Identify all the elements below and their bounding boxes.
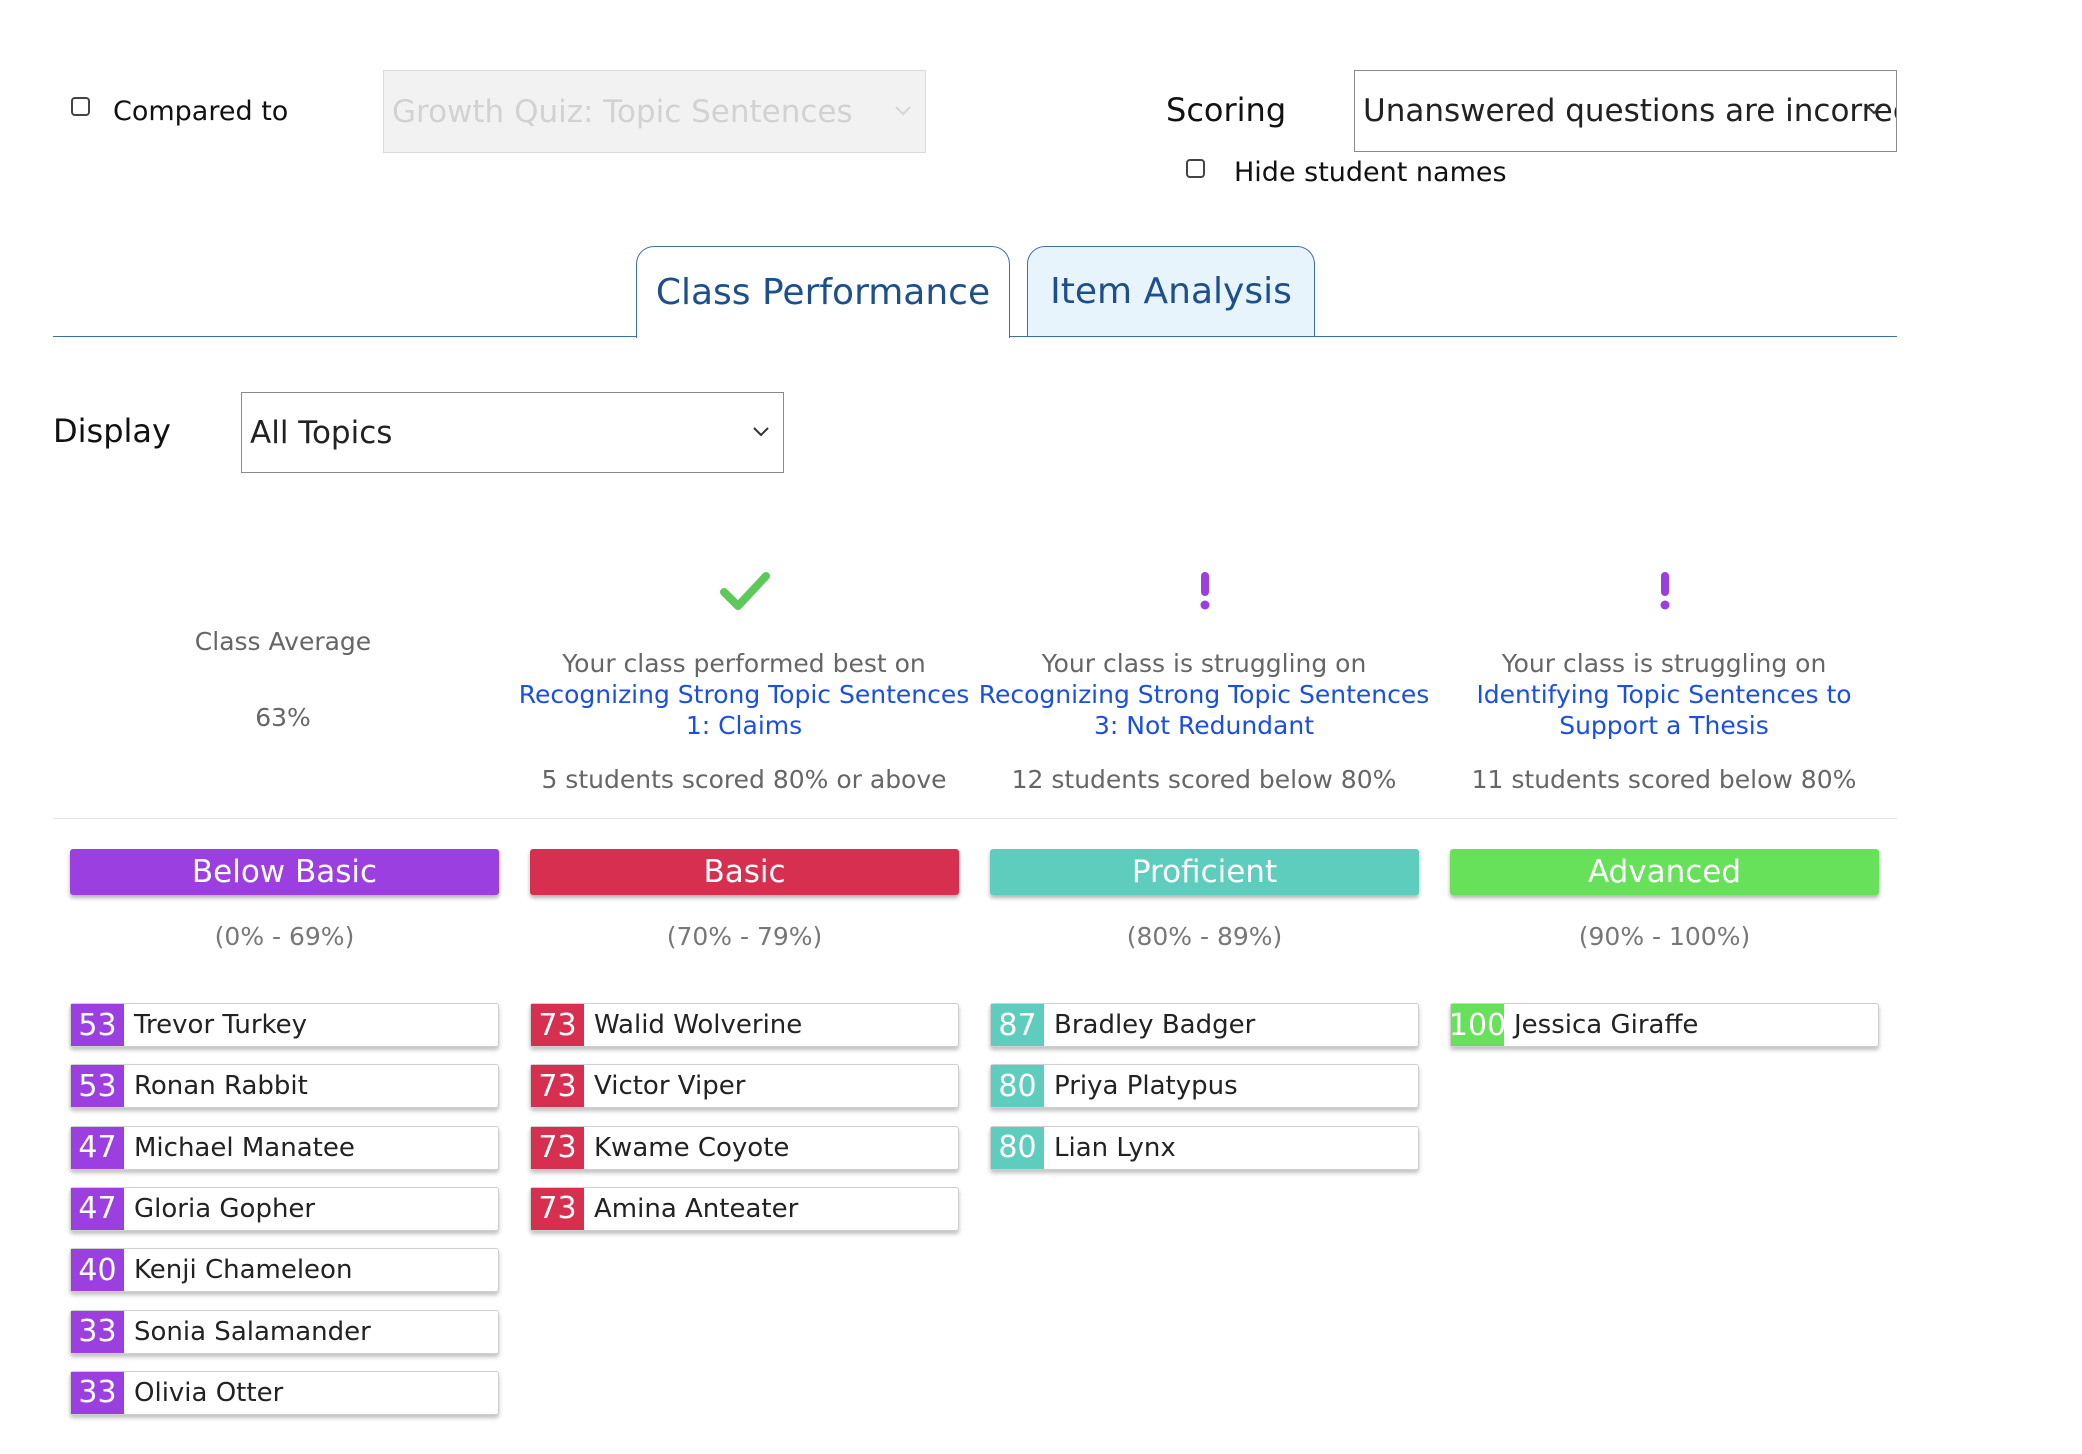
class-average-value: 63%	[255, 703, 311, 732]
tab-class-performance-label: Class Performance	[655, 272, 991, 313]
hide-student-names-label: Hide student names	[1234, 157, 1507, 188]
chevron-down-icon	[1866, 105, 1882, 115]
display-label: Display	[53, 412, 171, 450]
student-name: Victor Viper	[594, 1071, 746, 1102]
student-card[interactable]: 73 Amina Anteater	[530, 1186, 959, 1231]
student-name: Trevor Turkey	[134, 1010, 308, 1040]
scoring-select[interactable]: Unanswered questions are incorrect	[1354, 70, 1897, 152]
level-header-advanced: Advanced	[1450, 849, 1879, 895]
compared-to-select[interactable]: Growth Quiz: Topic Sentences	[383, 70, 926, 153]
student-score: 100	[1449, 1004, 1506, 1046]
checkmark-icon	[720, 572, 770, 610]
level-header-below-basic: Below Basic	[70, 849, 499, 895]
compared-to-checkbox[interactable]	[71, 97, 90, 116]
scoring-label: Scoring	[1166, 91, 1287, 129]
class-average-label: Class Average	[194, 627, 372, 656]
best-topic-intro: Your class performed best on	[562, 649, 926, 678]
student-score: 47	[71, 1187, 124, 1230]
student-score: 40	[71, 1249, 124, 1292]
tab-class-performance[interactable]: Class Performance	[636, 246, 1010, 338]
student-card[interactable]: 40 Kenji Chameleon	[70, 1248, 499, 1293]
struggling-topic-stat: 12 students scored below 80%	[1011, 765, 1397, 794]
display-select[interactable]: All Topics	[241, 392, 784, 473]
level-header-basic: Basic	[530, 849, 959, 895]
struggling-topic-card: Your class is struggling on Identifying …	[1434, 648, 1894, 741]
best-topic-card: Your class performed best on Recognizing…	[514, 648, 974, 741]
student-card[interactable]: 47 Gloria Gopher	[70, 1186, 499, 1231]
student-card[interactable]: 73 Victor Viper	[530, 1064, 959, 1109]
student-score: 33	[71, 1371, 124, 1414]
student-name: Priya Platypus	[1054, 1071, 1238, 1102]
chevron-down-icon	[753, 426, 769, 436]
student-card[interactable]: 47 Michael Manatee	[70, 1125, 499, 1170]
compared-to-label: Compared to	[113, 96, 289, 127]
student-name: Bradley Badger	[1054, 1010, 1256, 1040]
exclamation-icon	[1200, 572, 1210, 610]
student-score: 47	[71, 1126, 124, 1169]
student-score: 87	[991, 1004, 1044, 1046]
student-score: 33	[71, 1310, 124, 1353]
student-score: 73	[531, 1004, 584, 1046]
student-name: Jessica Giraffe	[1514, 1010, 1699, 1040]
student-name: Michael Manatee	[134, 1132, 355, 1163]
student-score: 80	[991, 1065, 1044, 1108]
compared-to-value: Growth Quiz: Topic Sentences	[392, 93, 853, 130]
summary-divider	[53, 818, 1897, 819]
level-range-below-basic: (0% - 69%)	[214, 922, 355, 951]
student-card[interactable]: 87 Bradley Badger	[990, 1003, 1419, 1047]
hide-student-names-checkbox[interactable]	[1186, 159, 1205, 178]
student-card[interactable]: 80 Priya Platypus	[990, 1064, 1419, 1109]
display-value: All Topics	[250, 414, 393, 451]
student-card[interactable]: 53 Ronan Rabbit	[70, 1064, 499, 1109]
student-name: Sonia Salamander	[134, 1316, 371, 1347]
student-score: 73	[531, 1065, 584, 1108]
student-card[interactable]: 73 Kwame Coyote	[530, 1125, 959, 1170]
student-card[interactable]: 80 Lian Lynx	[990, 1125, 1419, 1170]
chevron-down-icon	[895, 105, 911, 115]
student-score: 73	[531, 1187, 584, 1230]
student-name: Kenji Chameleon	[134, 1255, 353, 1286]
student-card[interactable]: 33 Sonia Salamander	[70, 1309, 499, 1354]
student-card[interactable]: 73 Walid Wolverine	[530, 1003, 959, 1047]
struggling-topic-link[interactable]: Identifying Topic Sentences to Support a…	[1434, 679, 1894, 741]
struggling-topic-intro: Your class is struggling on	[1501, 649, 1827, 678]
level-header-proficient: Proficient	[990, 849, 1419, 895]
student-name: Walid Wolverine	[594, 1010, 803, 1040]
exclamation-icon	[1660, 572, 1670, 610]
student-card[interactable]: 33 Olivia Otter	[70, 1370, 499, 1415]
student-name: Ronan Rabbit	[134, 1071, 308, 1102]
student-card[interactable]: 100 Jessica Giraffe	[1449, 1003, 1879, 1047]
tab-item-analysis[interactable]: Item Analysis	[1027, 246, 1315, 337]
struggling-topic-stat: 11 students scored below 80%	[1471, 765, 1857, 794]
student-name: Kwame Coyote	[594, 1132, 790, 1163]
scoring-value: Unanswered questions are incorrect	[1363, 93, 1897, 129]
student-card[interactable]: 53 Trevor Turkey	[70, 1003, 499, 1047]
level-range-advanced: (90% - 100%)	[1578, 922, 1751, 951]
struggling-topic-card: Your class is struggling on Recognizing …	[974, 648, 1434, 741]
student-name: Gloria Gopher	[134, 1193, 316, 1224]
level-range-basic: (70% - 79%)	[666, 922, 823, 951]
student-name: Amina Anteater	[594, 1193, 799, 1224]
level-range-proficient: (80% - 89%)	[1126, 922, 1283, 951]
tab-item-analysis-label: Item Analysis	[1050, 271, 1292, 312]
student-score: 73	[531, 1126, 584, 1169]
best-topic-link[interactable]: Recognizing Strong Topic Sentences 1: Cl…	[514, 679, 974, 741]
struggling-topic-link[interactable]: Recognizing Strong Topic Sentences 3: No…	[974, 679, 1434, 741]
student-score: 53	[71, 1065, 124, 1108]
best-topic-stat: 5 students scored 80% or above	[541, 765, 947, 794]
student-score: 80	[991, 1126, 1044, 1169]
student-score: 53	[71, 1004, 124, 1046]
struggling-topic-intro: Your class is struggling on	[1041, 649, 1367, 678]
student-name: Lian Lynx	[1054, 1132, 1176, 1163]
student-name: Olivia Otter	[134, 1377, 284, 1408]
